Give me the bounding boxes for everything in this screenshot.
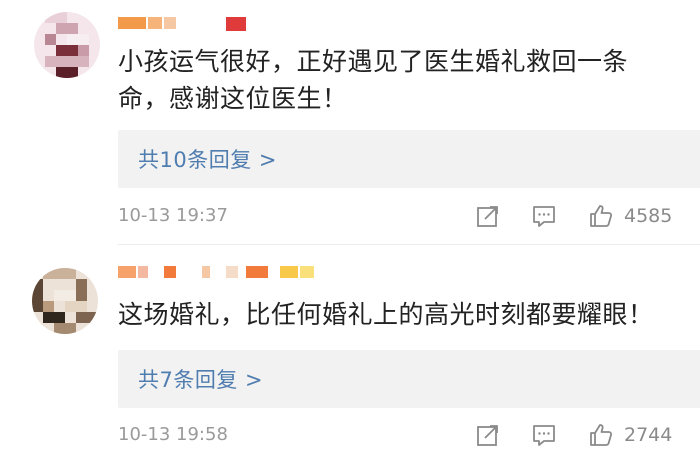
avatar[interactable] [32,268,98,334]
comment-icon[interactable] [531,203,557,229]
share-icon[interactable] [475,422,501,448]
comment-text: 小孩运气很好，正好遇见了医生婚礼救回一条命，感谢这位医生！ [118,47,629,113]
share-icon[interactable] [475,203,501,229]
like-count: 2744 [624,424,673,446]
timestamp: 10-13 19:37 [118,205,228,226]
timestamp: 10-13 19:58 [118,424,228,445]
avatar[interactable] [34,12,100,78]
thumbs-up-icon[interactable] [588,203,614,229]
comment-actions: 10-13 19:37 4585 [0,203,700,233]
comment-text: 这场婚礼，比任何婚礼上的高光时刻都要耀眼！ [118,300,654,329]
comment-divider [118,244,700,245]
comment-item: 小孩运气很好，正好遇见了医生婚礼救回一条命，感谢这位医生！ 共10条回复 > 1… [0,0,700,243]
thumbs-up-icon[interactable] [588,422,614,448]
reply-summary[interactable]: 共7条回复 > [118,350,700,408]
reply-summary[interactable]: 共10条回复 > [118,130,700,188]
comment-actions: 10-13 19:58 2744 [0,422,700,452]
comment-icon[interactable] [531,422,557,448]
like-count: 4585 [624,205,673,227]
view-replies-link[interactable]: 共7条回复 > [138,364,263,394]
comment-item: 这场婚礼，比任何婚礼上的高光时刻都要耀眼！ 共7条回复 > 10-13 19:5… [0,246,700,453]
view-replies-link[interactable]: 共10条回复 > [138,144,277,174]
